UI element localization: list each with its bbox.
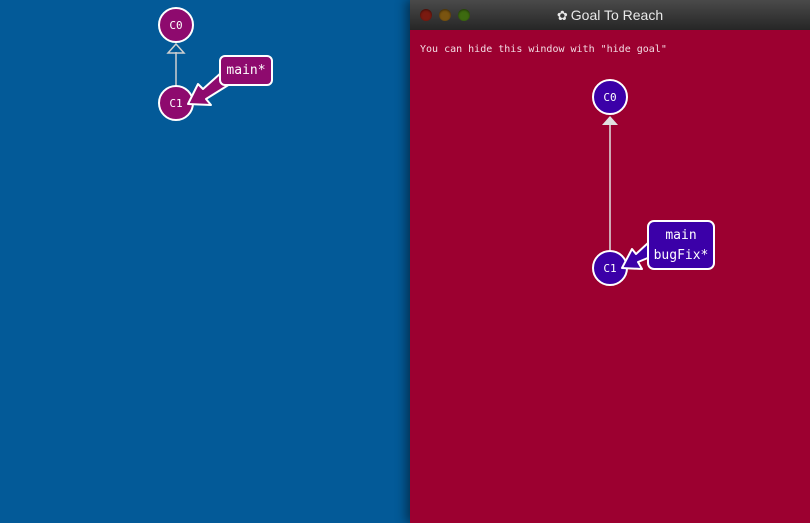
goal-visualization: C0 C1 main bugFix* xyxy=(592,79,715,286)
branch-label-main: main xyxy=(665,228,696,243)
goal-branch-tag: main bugFix* xyxy=(647,220,715,270)
goal-window[interactable]: ✿ Goal To Reach You can hide this window … xyxy=(410,0,810,523)
branch-label: main* xyxy=(226,63,265,78)
commit-label: C0 xyxy=(603,91,616,104)
commit-label: C1 xyxy=(603,262,616,275)
commit-label: C0 xyxy=(169,19,182,32)
edge-arrowhead xyxy=(602,116,618,125)
goal-commit-node-c0: C0 xyxy=(592,79,628,115)
app-root: C0 C1 main* ✿ Goal To Reach You can hide … xyxy=(0,0,810,523)
commit-label: C1 xyxy=(169,97,182,110)
edge-arrowhead xyxy=(166,42,186,54)
commit-node-c0[interactable]: C0 xyxy=(158,7,194,43)
branch-label-bugfix: bugFix* xyxy=(654,248,709,263)
main-visualization: C0 C1 main* xyxy=(158,7,273,121)
branch-tag-main[interactable]: main* xyxy=(219,55,273,86)
